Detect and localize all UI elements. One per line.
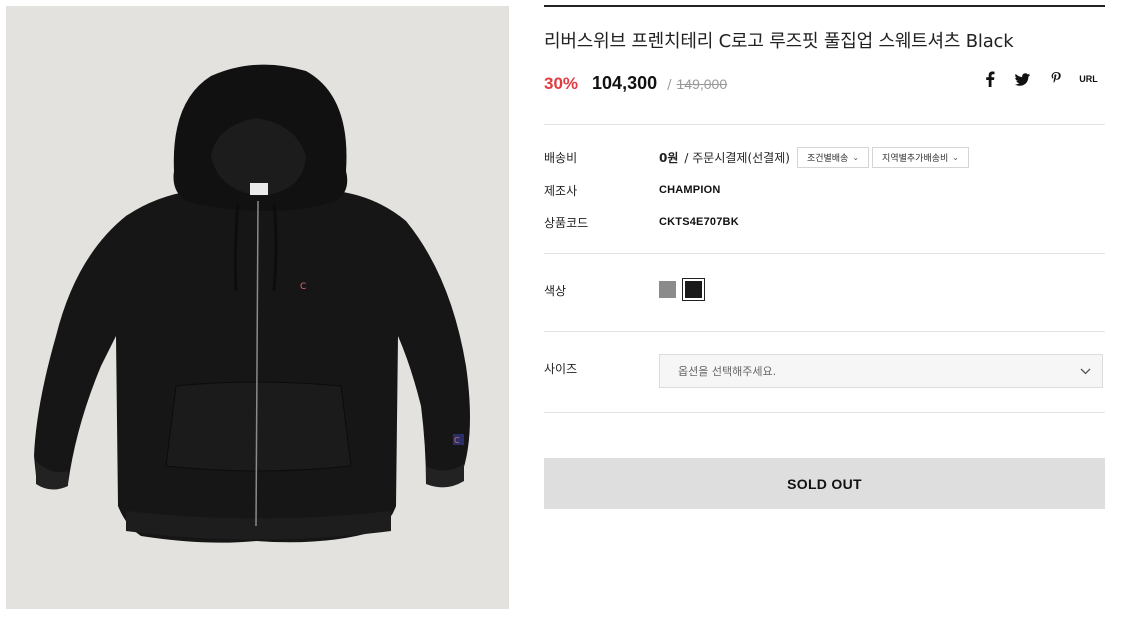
top-border: [544, 5, 1105, 7]
product-image: C C: [6, 6, 509, 609]
divider: [544, 412, 1105, 413]
size-select[interactable]: 옵션을 선택해주세요.: [659, 354, 1103, 388]
url-copy-button[interactable]: URL: [1072, 70, 1105, 88]
shipping-method: / 주문시결제(선결제): [684, 151, 790, 165]
product-code-label: 상품코드: [544, 216, 589, 230]
pinterest-icon[interactable]: [1039, 70, 1072, 88]
product-info-panel: 리버스위브 프렌치테리 C로고 루즈핏 풀집업 스웨트셔츠 Black 30% …: [544, 0, 1105, 620]
price-separator: /: [667, 78, 672, 93]
discount-rate: 30%: [544, 74, 579, 93]
size-select-placeholder: 옵션을 선택해주세요.: [678, 365, 777, 378]
shipping-fee: 0원: [659, 151, 679, 165]
shipping-value: 0원 / 주문시결제(선결제) 조건별배송 ⌄ 지역별추가배송비 ⌄: [659, 147, 969, 168]
regional-shipping-dropdown[interactable]: 지역별추가배송비 ⌄: [872, 147, 969, 168]
share-buttons: URL: [973, 70, 1105, 88]
color-label: 색상: [544, 284, 567, 298]
size-label: 사이즈: [544, 362, 578, 376]
maker-value: CHAMPION: [659, 184, 721, 196]
twitter-icon[interactable]: [1006, 70, 1039, 88]
hoodie-illustration: C C: [34, 64, 470, 543]
original-price: 149,000: [676, 76, 728, 92]
divider: [544, 253, 1105, 254]
svg-text:C: C: [300, 282, 306, 292]
product-code-value: CKTS4E707BK: [659, 216, 739, 228]
chevron-down-icon: [1068, 368, 1102, 375]
color-swatch-gray[interactable]: [659, 281, 676, 298]
maker-label: 제조사: [544, 184, 578, 198]
facebook-icon[interactable]: [973, 70, 1006, 88]
shipping-condition-dropdown[interactable]: 조건별배송 ⌄: [796, 147, 870, 168]
chevron-down-icon: ⌄: [952, 153, 959, 162]
color-swatch-black[interactable]: [682, 278, 705, 301]
chevron-down-icon: ⌄: [852, 153, 860, 162]
product-title: 리버스위브 프렌치테리 C로고 루즈핏 풀집업 스웨트셔츠 Black: [544, 31, 1014, 52]
divider: [544, 331, 1105, 332]
shipping-label: 배송비: [544, 151, 578, 165]
sale-price: 104,300: [592, 73, 658, 93]
sold-out-button[interactable]: SOLD OUT: [544, 458, 1105, 509]
svg-text:C: C: [454, 436, 460, 445]
price-row: 30% 104,300 / 149,000: [544, 73, 727, 97]
divider: [544, 124, 1105, 125]
